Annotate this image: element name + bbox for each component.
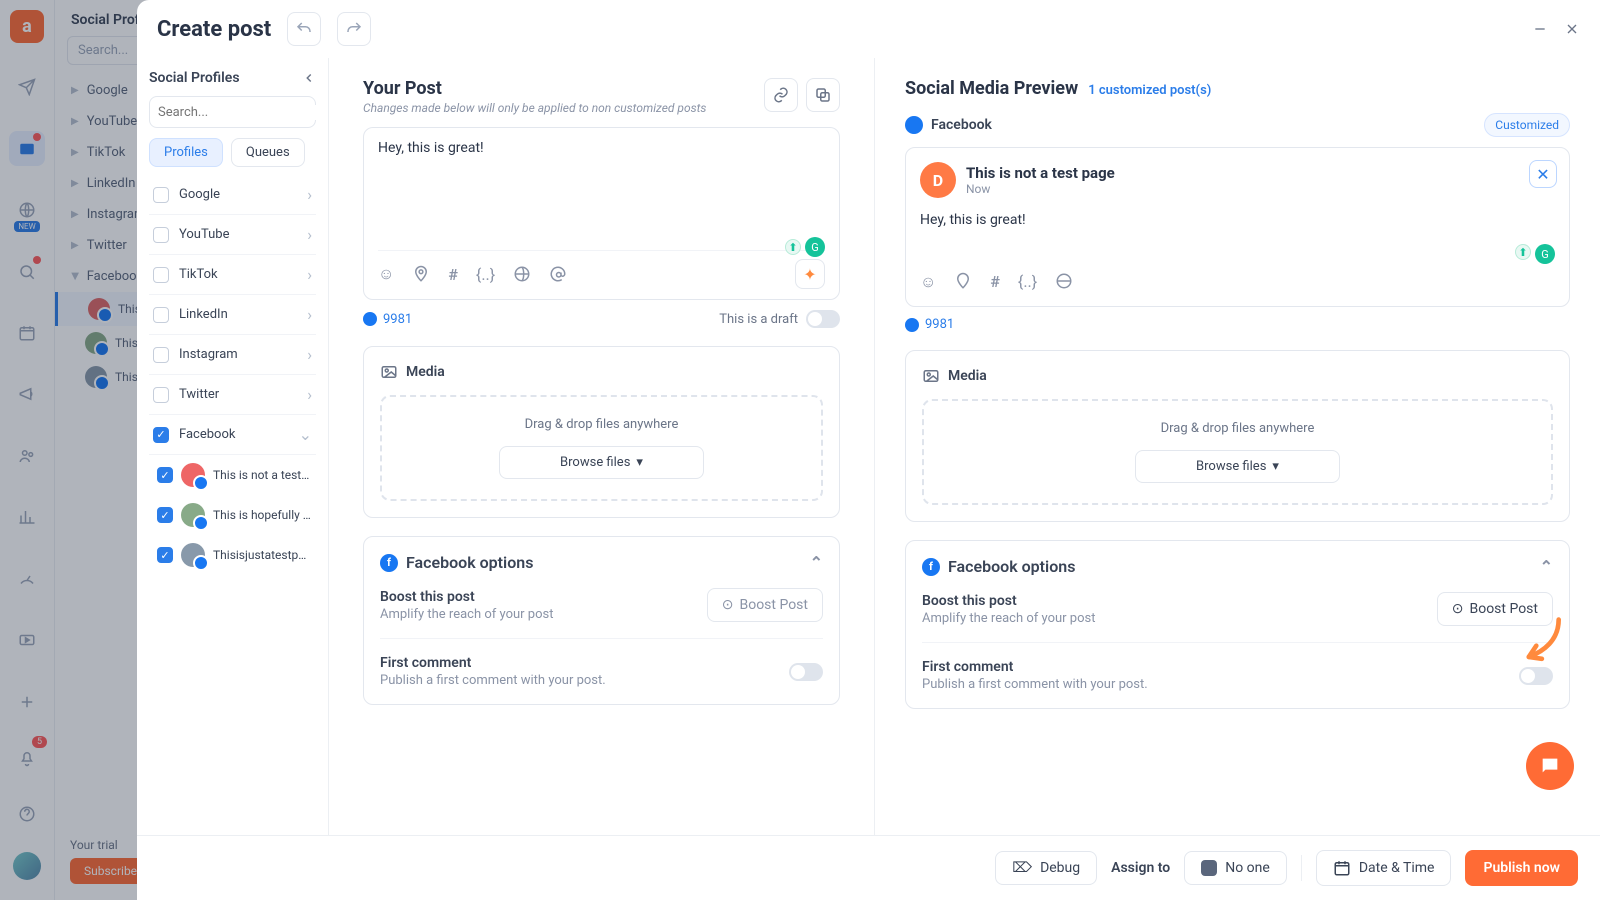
profiles-search-input[interactable] xyxy=(158,105,324,120)
remove-preview-button[interactable]: ✕ xyxy=(1529,160,1557,188)
hashtag-icon[interactable]: # xyxy=(990,272,1000,292)
create-post-modal: Create post Social Profiles Profiles Que… xyxy=(137,0,1600,900)
calendar-icon xyxy=(1333,859,1351,877)
net-twitter[interactable]: Twitter› xyxy=(149,375,316,415)
datetime-button[interactable]: Date & Time xyxy=(1316,850,1452,886)
net-instagram[interactable]: Instagram› xyxy=(149,335,316,375)
chat-fab[interactable] xyxy=(1526,742,1574,790)
preview-first-comment-toggle[interactable] xyxy=(1519,667,1553,685)
preview-browse-button[interactable]: Browse files▾ xyxy=(1135,450,1340,483)
emoji-icon[interactable]: ☺ xyxy=(378,264,394,284)
emoji-icon[interactable]: ☺ xyxy=(920,272,936,292)
boost-title: Boost this post xyxy=(380,589,553,605)
tab-profiles[interactable]: Profiles xyxy=(149,138,223,167)
variable-icon[interactable]: {..} xyxy=(476,265,495,284)
net-facebook[interactable]: ✓Facebook⌄ xyxy=(149,415,316,455)
debug-button[interactable]: ⌦Debug xyxy=(995,851,1097,885)
assignee-button[interactable]: No one xyxy=(1184,851,1287,885)
modal-footer: ⌦Debug Assign to No one Date & Time Publ… xyxy=(137,835,1600,900)
tab-queues[interactable]: Queues xyxy=(231,138,305,167)
first-comment-title: First comment xyxy=(380,655,606,671)
dollar-icon: ⊙ xyxy=(1452,601,1464,617)
fb-options-card: fFacebook options⌃ Boost this post Ampli… xyxy=(363,536,840,705)
globe-icon[interactable] xyxy=(513,265,531,283)
profiles-title: Social Profiles xyxy=(149,70,240,86)
preview-panel: Social Media Preview 1 customized post(s… xyxy=(875,58,1600,835)
grammarly-small-icon: ⬆ xyxy=(785,239,801,255)
modal-header: Create post xyxy=(137,0,1600,58)
publish-button[interactable]: Publish now xyxy=(1465,850,1578,886)
fb-char-count: 9981 xyxy=(363,312,412,327)
your-post-subtitle: Changes made below will only be applied … xyxy=(363,101,706,115)
customized-link[interactable]: 1 customized post(s) xyxy=(1088,83,1211,98)
fb-sub-1[interactable]: ✓This is hopefully a classic xyxy=(153,495,316,535)
close-icon[interactable] xyxy=(1564,21,1580,37)
net-linkedin[interactable]: LinkedIn› xyxy=(149,295,316,335)
user-chip-icon xyxy=(1201,860,1217,876)
preview-boost-button[interactable]: ⊙Boost Post xyxy=(1437,592,1553,626)
attach-link-button[interactable] xyxy=(764,78,798,112)
facebook-icon: f xyxy=(380,554,398,572)
minimize-icon[interactable] xyxy=(1532,21,1548,37)
ai-assist-button[interactable]: ✦ xyxy=(795,259,825,289)
assign-to-label[interactable]: Assign to xyxy=(1111,860,1170,876)
first-comment-desc: Publish a first comment with your post. xyxy=(380,673,606,688)
duplicate-button[interactable] xyxy=(806,78,840,112)
chevron-up-icon[interactable]: ⌃ xyxy=(810,553,823,572)
media-dropzone[interactable]: Drag & drop files anywhere Browse files▾ xyxy=(380,395,823,501)
net-tiktok[interactable]: TikTok› xyxy=(149,255,316,295)
compose-text[interactable]: Hey, this is great! xyxy=(378,140,825,250)
dollar-icon: ⊙ xyxy=(722,597,734,613)
page-name: This is not a test page xyxy=(966,164,1115,182)
redo-button[interactable] xyxy=(337,12,371,46)
media-icon xyxy=(922,367,940,385)
browse-files-button[interactable]: Browse files▾ xyxy=(499,446,704,479)
preview-dropzone[interactable]: Drag & drop files anywhere Browse files▾ xyxy=(922,399,1553,505)
facebook-icon: f xyxy=(922,558,940,576)
page-avatar: D xyxy=(920,162,956,198)
location-icon[interactable] xyxy=(412,265,430,283)
facebook-icon xyxy=(905,116,923,134)
collapse-panel-icon[interactable] xyxy=(302,71,316,85)
mention-icon[interactable] xyxy=(549,265,567,283)
customized-badge: Customized xyxy=(1484,113,1570,137)
hashtag-icon[interactable]: # xyxy=(448,265,458,284)
bug-icon: ⌦ xyxy=(1012,860,1032,876)
profiles-panel: Social Profiles Profiles Queues Google› … xyxy=(137,58,329,835)
first-comment-toggle[interactable] xyxy=(789,663,823,681)
preview-fb-options: fFacebook options⌃ Boost this post Ampli… xyxy=(905,540,1570,709)
globe-icon[interactable] xyxy=(1055,272,1073,292)
preview-media-card: Media Drag & drop files anywhere Browse … xyxy=(905,350,1570,522)
modal-title: Create post xyxy=(157,17,271,42)
grammarly-badge: ⬆ G xyxy=(785,237,825,257)
fb-sub-2[interactable]: ✓Thisisjustatestpage xyxy=(153,535,316,575)
variable-icon[interactable]: {..} xyxy=(1018,272,1037,292)
boost-post-button[interactable]: ⊙Boost Post xyxy=(707,588,823,622)
your-post-title: Your Post xyxy=(363,78,706,99)
boost-desc: Amplify the reach of your post xyxy=(380,607,553,622)
profiles-search[interactable] xyxy=(149,96,316,128)
chevron-up-icon[interactable]: ⌃ xyxy=(1540,557,1553,576)
preview-title: Social Media Preview xyxy=(905,78,1078,99)
preview-card: ✕ D This is not a test page Now Hey, thi… xyxy=(905,147,1570,307)
draft-label: This is a draft xyxy=(719,312,798,327)
page-time: Now xyxy=(966,182,1115,196)
preview-char-count: 9981 xyxy=(905,317,1570,332)
grammarly-icon: G xyxy=(805,237,825,257)
draft-toggle[interactable] xyxy=(806,310,840,328)
net-google[interactable]: Google› xyxy=(149,175,316,215)
chevron-down-icon: ⌄ xyxy=(299,425,312,444)
your-post-panel: Your Post Changes made below will only b… xyxy=(329,58,875,835)
media-card: Media Drag & drop files anywhere Browse … xyxy=(363,346,840,518)
compose-box[interactable]: Hey, this is great! ⬆ G ☺ # {..} ✦ xyxy=(363,127,840,300)
preview-body[interactable]: Hey, this is great! xyxy=(920,212,1555,252)
grammarly-badge-preview: ⬆G xyxy=(1515,244,1555,264)
fb-sub-0[interactable]: ✓This is not a test page xyxy=(153,455,316,495)
location-icon[interactable] xyxy=(954,272,972,292)
media-icon xyxy=(380,363,398,381)
net-youtube[interactable]: YouTube› xyxy=(149,215,316,255)
undo-button[interactable] xyxy=(287,12,321,46)
